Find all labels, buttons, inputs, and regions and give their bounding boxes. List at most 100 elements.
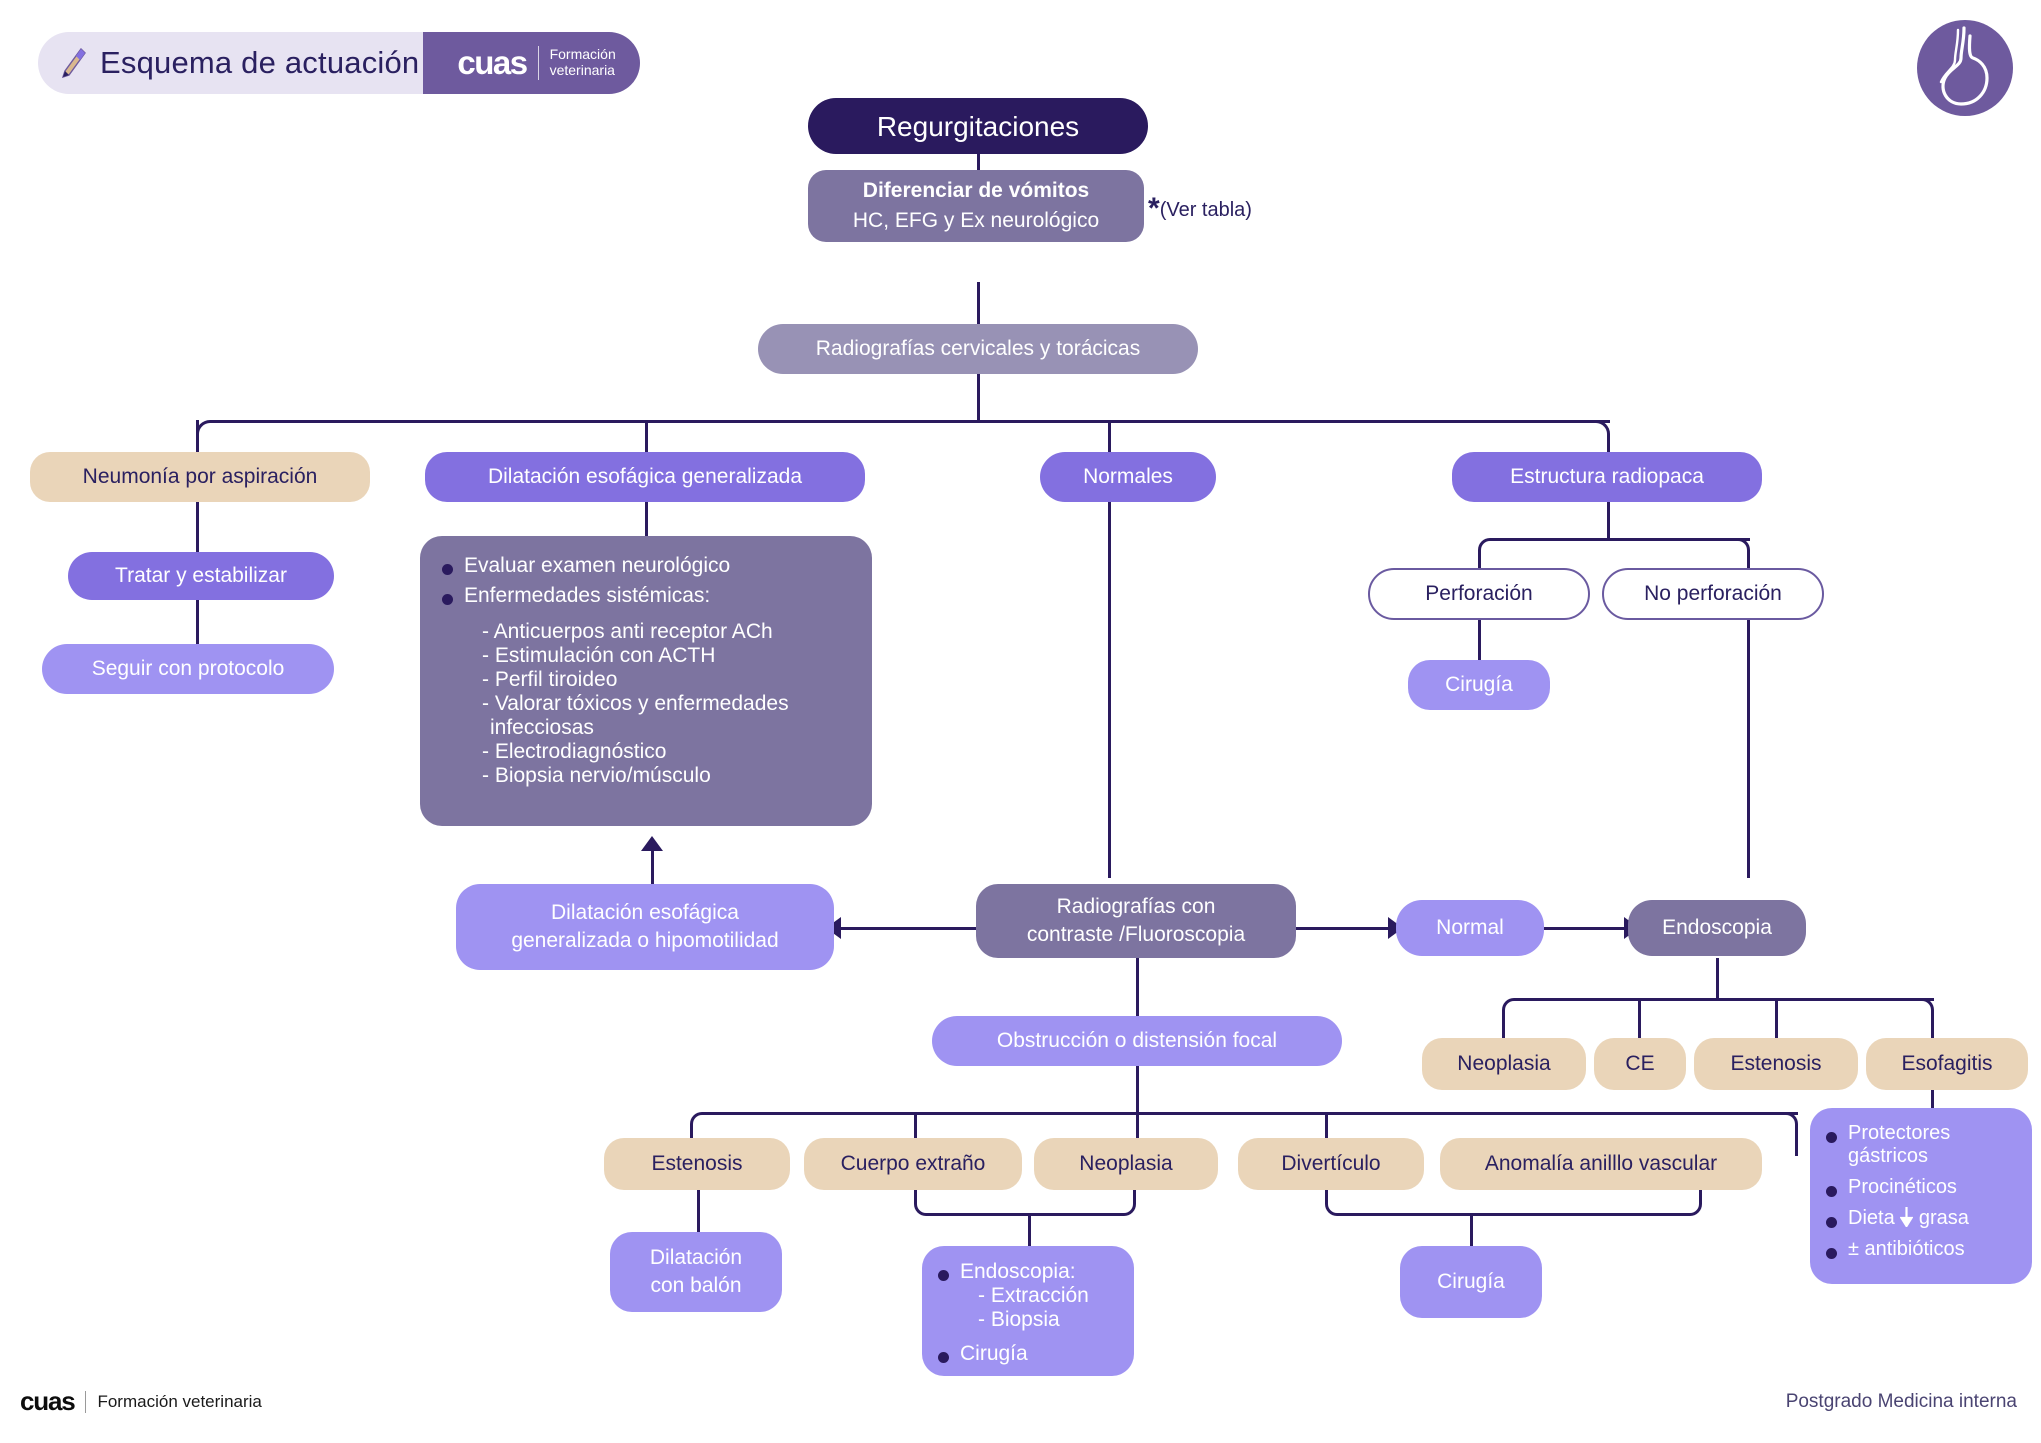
node-normal[interactable]: Normal (1396, 900, 1544, 956)
node-label: Dilatación esofágica generalizada (487, 464, 803, 488)
header-brand-pill: cuas Formación veterinaria (423, 32, 640, 94)
node-label: CE (1625, 1051, 1655, 1075)
stomach-icon (1917, 20, 2013, 116)
connector (196, 598, 199, 646)
connector (1345, 1213, 1683, 1216)
node-endo-estenosis[interactable]: Estenosis (1694, 1038, 1858, 1090)
connector-elbow-right (1582, 420, 1610, 452)
node-normales[interactable]: Normales (1040, 452, 1216, 502)
brand-tagline-line1: Formación (549, 46, 616, 63)
node-obs-neoplasia[interactable]: Neoplasia (1034, 1138, 1218, 1190)
node-label: No perforación (1644, 581, 1782, 605)
connector (1470, 1213, 1473, 1247)
arrow-up-icon (641, 836, 663, 851)
list-item: ± antibióticos (1822, 1238, 2020, 1261)
node-endoscopia[interactable]: Endoscopia (1628, 900, 1806, 956)
node-dilatacion-generalizada[interactable]: Dilatación esofágica generalizada (425, 452, 865, 502)
node-endo-esofagitis[interactable]: Esofagitis (1866, 1038, 2028, 1090)
node-radiografias-cervicales[interactable]: Radiografías cervicales y torácicas (758, 324, 1198, 374)
connector-bus (702, 1112, 1798, 1115)
node-obs-estenosis[interactable]: Estenosis (604, 1138, 790, 1190)
node-cirugia-anillo[interactable]: Cirugía (1400, 1246, 1542, 1318)
node-label: Estenosis (651, 1151, 743, 1175)
footer-divider (85, 1390, 87, 1413)
diet-pre: Dieta (1848, 1207, 1895, 1229)
node-no-perforacion[interactable]: No perforación (1602, 568, 1824, 620)
node-label: Cuerpo extraño (840, 1151, 986, 1175)
node-obstruccion-focal[interactable]: Obstrucción o distensión focal (932, 1016, 1342, 1066)
connector (1607, 502, 1610, 540)
node-neuro-systemic-box[interactable]: Evaluar examen neurológico Enfermedades … (420, 536, 872, 826)
list-item: - Estimulación con ACTH (482, 644, 716, 667)
connector (697, 1190, 700, 1232)
node-obs-cuerpo-extrano[interactable]: Cuerpo extraño (804, 1138, 1022, 1190)
list-item: - Electrodiagnóstico (482, 740, 667, 763)
node-neumonia-aspiracion[interactable]: Neumonía por aspiración (30, 452, 370, 502)
node-tratar-estabilizar[interactable]: Tratar y estabilizar (68, 552, 334, 600)
node-label: Regurgitaciones (876, 110, 1080, 142)
see-table-text: (Ver tabla) (1159, 199, 1252, 221)
list-item: Evaluar examen neurológico (438, 554, 852, 578)
node-endoscopia-treatment-box[interactable]: Endoscopia: - Extracción - Biopsia Cirug… (922, 1246, 1134, 1376)
list-item: - Biopsia (978, 1308, 1060, 1331)
node-diferenciar-vomitos[interactable]: Diferenciar de vómitos HC, EFG y Ex neur… (808, 170, 1144, 242)
connector-bus (1514, 998, 1934, 1001)
node-label-title: Diferenciar de vómitos (862, 179, 1090, 203)
list-item: infecciosas (490, 716, 594, 739)
connector (1716, 958, 1719, 1000)
connector-elbow (914, 1190, 936, 1216)
connector (840, 927, 976, 930)
connector (1028, 1213, 1031, 1247)
see-table-note: *(Ver tabla) (1148, 192, 1252, 226)
node-label: Normal (1436, 915, 1504, 939)
node-label: Neoplasia (1457, 1051, 1551, 1075)
footer-course-label: Postgrado Medicina interna (1785, 1391, 2017, 1412)
connector (977, 374, 980, 422)
connector-elbow (1478, 538, 1502, 564)
node-obs-diverticulo[interactable]: Divertículo (1238, 1138, 1424, 1190)
connector (1502, 1016, 1505, 1038)
node-esofagitis-treatment-box[interactable]: Protectores gástricos Procinéticos Dieta… (1810, 1108, 2032, 1284)
node-endo-ce[interactable]: CE (1594, 1038, 1686, 1090)
down-arrow-icon (1900, 1207, 1914, 1227)
connector (1795, 1130, 1798, 1156)
node-label: Cirugía (1445, 672, 1513, 696)
node-label-line2: contraste /Fluoroscopia (1026, 923, 1246, 946)
node-label: Endoscopia (1662, 915, 1772, 939)
node-cirugia-perforacion[interactable]: Cirugía (1408, 660, 1550, 710)
node-seguir-protocolo[interactable]: Seguir con protocolo (42, 644, 334, 694)
list-item: Cirugía (934, 1342, 1124, 1366)
header-title-pill: Esquema de actuación (38, 32, 446, 94)
node-obs-anillo-vascular[interactable]: Anomalía anilllo vascular (1440, 1138, 1762, 1190)
connector (1931, 1016, 1934, 1038)
connector (196, 502, 199, 554)
brand-logo: cuas (457, 44, 528, 81)
node-label-line1: Radiografías con (1056, 894, 1216, 918)
endoscopy-list: Endoscopia: - Extracción - Biopsia Cirug… (934, 1260, 1124, 1366)
connector (1775, 998, 1778, 1038)
brand-tagline: Formación veterinaria (550, 47, 616, 78)
node-label: Neumonía por aspiración (82, 464, 318, 488)
node-dilatacion-hipomotilidad[interactable]: Dilatación esofágica generalizada o hipo… (456, 884, 834, 970)
node-perforacion[interactable]: Perforación (1368, 568, 1590, 620)
connector (1638, 998, 1641, 1038)
list-item-diet: Dieta grasa (1822, 1207, 2020, 1230)
page-title: Esquema de actuación (100, 45, 420, 80)
node-estructura-radiopaca[interactable]: Estructura radiopaca (1452, 452, 1762, 502)
node-label: Estructura radiopaca (1510, 464, 1704, 488)
asterisk-icon: * (1148, 192, 1160, 225)
node-label: Radiografías cervicales y torácicas (815, 336, 1141, 360)
connector-elbow (1325, 1190, 1347, 1216)
list-item: - Biopsia nervio/músculo (482, 764, 711, 787)
list-item: - Perfil tiroideo (482, 668, 618, 691)
node-endo-neoplasia[interactable]: Neoplasia (1422, 1038, 1586, 1090)
node-dilatacion-balon[interactable]: Dilatación con balón (610, 1232, 782, 1312)
node-radiografias-contraste[interactable]: Radiografías con contraste /Fluoroscopia (976, 884, 1296, 958)
list-item: - Extracción (978, 1284, 1089, 1307)
brand-divider (537, 46, 539, 80)
connector-elbow (1114, 1190, 1136, 1216)
connector (1282, 927, 1392, 930)
node-regurgitaciones[interactable]: Regurgitaciones (808, 98, 1148, 154)
connector (645, 502, 648, 536)
connector (1136, 1058, 1139, 1114)
